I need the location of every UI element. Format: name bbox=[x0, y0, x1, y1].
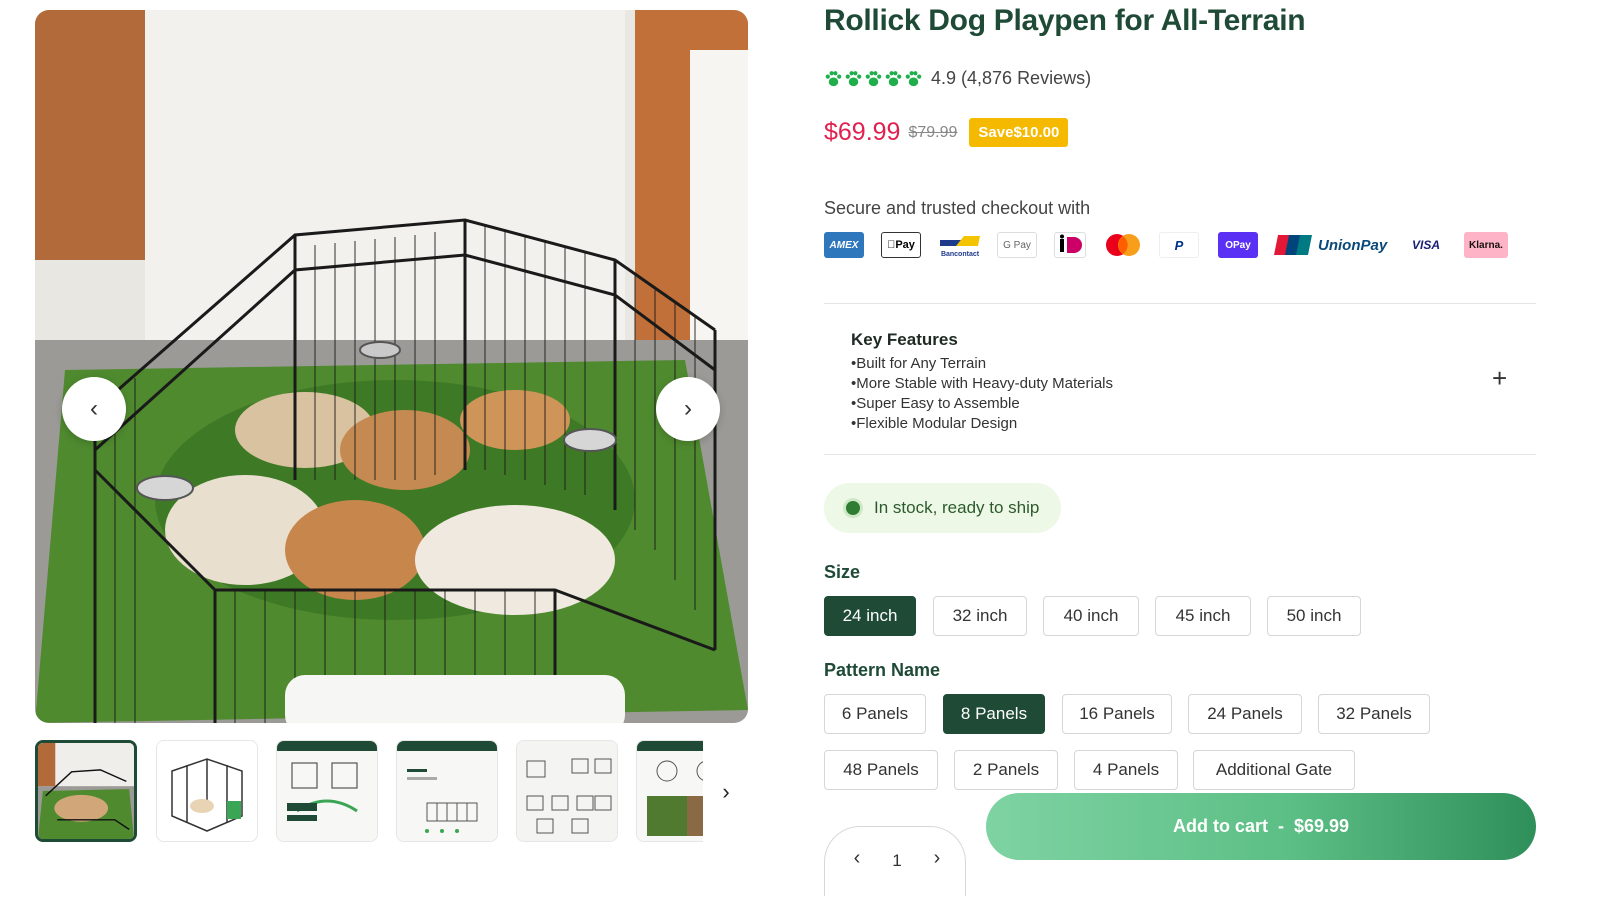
pattern-option-2[interactable]: 2 Panels bbox=[954, 750, 1058, 790]
thumbnail-5[interactable] bbox=[516, 740, 618, 842]
chevron-left-icon: ‹ bbox=[90, 395, 98, 422]
feature-item: •Flexible Modular Design bbox=[851, 415, 1018, 432]
playpen-photo bbox=[35, 10, 748, 723]
feature-item: •Built for Any Terrain bbox=[851, 355, 987, 372]
stock-status: In stock, ready to ship bbox=[824, 483, 1062, 533]
pattern-option-4[interactable]: 4 Panels bbox=[1074, 750, 1178, 790]
pattern-option-48[interactable]: 48 Panels bbox=[824, 750, 938, 790]
mastercard-icon bbox=[1101, 232, 1145, 258]
divider bbox=[824, 303, 1536, 304]
key-features[interactable]: Key Features •Built for Any Terrain •Mor… bbox=[851, 330, 1113, 434]
product-title: Rollick Dog Playpen for All-Terrain bbox=[824, 4, 1306, 37]
amex-icon: AMEX bbox=[824, 232, 864, 258]
paw-icon bbox=[905, 71, 922, 87]
size-option-40[interactable]: 40 inch bbox=[1043, 596, 1139, 636]
thumbnails-next-button[interactable]: › bbox=[712, 776, 740, 808]
thumbnail-3[interactable] bbox=[276, 740, 378, 842]
pattern-label: Pattern Name bbox=[824, 660, 941, 680]
paw-icon bbox=[845, 71, 862, 87]
visa-icon: VISA bbox=[1411, 238, 1440, 252]
pattern-option-24[interactable]: 24 Panels bbox=[1188, 694, 1302, 734]
pattern-option-6[interactable]: 6 Panels bbox=[824, 694, 926, 734]
original-price: $79.99 bbox=[908, 123, 958, 141]
chevron-right-icon[interactable]: › bbox=[925, 847, 949, 870]
paw-icon bbox=[885, 71, 902, 87]
chevron-left-icon[interactable]: ‹ bbox=[845, 847, 869, 870]
size-option-50[interactable]: 50 inch bbox=[1267, 596, 1361, 636]
save-badge: Save$10.00 bbox=[969, 118, 1069, 147]
plus-icon[interactable]: + bbox=[1492, 365, 1507, 391]
size-option-45[interactable]: 45 inch bbox=[1155, 596, 1251, 636]
rating-paws bbox=[824, 69, 923, 88]
main-product-image[interactable] bbox=[35, 10, 748, 723]
checkout-label: Secure and trusted checkout with bbox=[824, 198, 1091, 218]
paw-icon bbox=[825, 71, 842, 87]
add-to-cart-button[interactable]: Add to cart - $69.99 bbox=[986, 793, 1536, 860]
ideal-icon bbox=[1054, 232, 1086, 258]
quantity-value[interactable]: 1 bbox=[885, 851, 909, 871]
add-to-cart-label: Add to cart bbox=[1172, 816, 1268, 836]
stock-text: In stock, ready to ship bbox=[874, 498, 1040, 517]
google-pay-icon: G Pay bbox=[997, 232, 1037, 258]
klarna-icon: Klarna. bbox=[1464, 232, 1508, 258]
thumbnail-4[interactable] bbox=[396, 740, 498, 842]
current-price: $69.99 bbox=[824, 118, 901, 146]
chevron-right-icon: › bbox=[684, 395, 692, 422]
size-option-32[interactable]: 32 inch bbox=[933, 596, 1027, 636]
unionpay-icon: UnionPay bbox=[1274, 232, 1390, 258]
add-to-cart-price: $69.99 bbox=[1293, 816, 1350, 836]
feature-item: •More Stable with Heavy-duty Materials bbox=[851, 375, 1114, 392]
payment-methods: AMEX Pay Bancontact G Pay P OPay UnionP… bbox=[824, 230, 1514, 260]
pattern-option-8[interactable]: 8 Panels bbox=[943, 694, 1045, 734]
thumbnail-6[interactable] bbox=[636, 740, 703, 842]
thumbnail-1[interactable] bbox=[35, 740, 137, 842]
chevron-right-icon: › bbox=[722, 779, 730, 804]
pattern-option-additional-gate[interactable]: Additional Gate bbox=[1193, 750, 1355, 790]
pattern-option-16[interactable]: 16 Panels bbox=[1062, 694, 1172, 734]
price-row: $69.99 $79.99 Save$10.00 bbox=[824, 118, 1069, 147]
gallery-next-button[interactable]: › bbox=[656, 377, 720, 441]
separator: - bbox=[1277, 816, 1284, 836]
bancontact-icon: Bancontact bbox=[938, 232, 982, 258]
gallery-prev-button[interactable]: ‹ bbox=[62, 377, 126, 441]
quantity-stepper: ‹ 1 › bbox=[824, 826, 966, 896]
paw-icon bbox=[865, 71, 882, 87]
rating-text: 4.9 (4,876 Reviews) bbox=[931, 68, 1092, 88]
size-label: Size bbox=[824, 562, 861, 582]
rating[interactable]: 4.9 (4,876 Reviews) bbox=[824, 68, 1091, 89]
paypal-icon: P bbox=[1159, 232, 1199, 258]
pattern-option-32[interactable]: 32 Panels bbox=[1318, 694, 1430, 734]
features-title: Key Features bbox=[851, 330, 958, 349]
status-dot-icon bbox=[846, 501, 860, 515]
thumbnail-strip bbox=[35, 740, 703, 845]
divider bbox=[824, 454, 1536, 455]
apple-pay-icon: Pay bbox=[881, 232, 921, 258]
opay-icon: OPay bbox=[1218, 232, 1258, 258]
feature-item: •Super Easy to Assemble bbox=[851, 395, 1020, 412]
size-option-24[interactable]: 24 inch bbox=[824, 596, 916, 636]
thumbnail-2[interactable] bbox=[156, 740, 258, 842]
